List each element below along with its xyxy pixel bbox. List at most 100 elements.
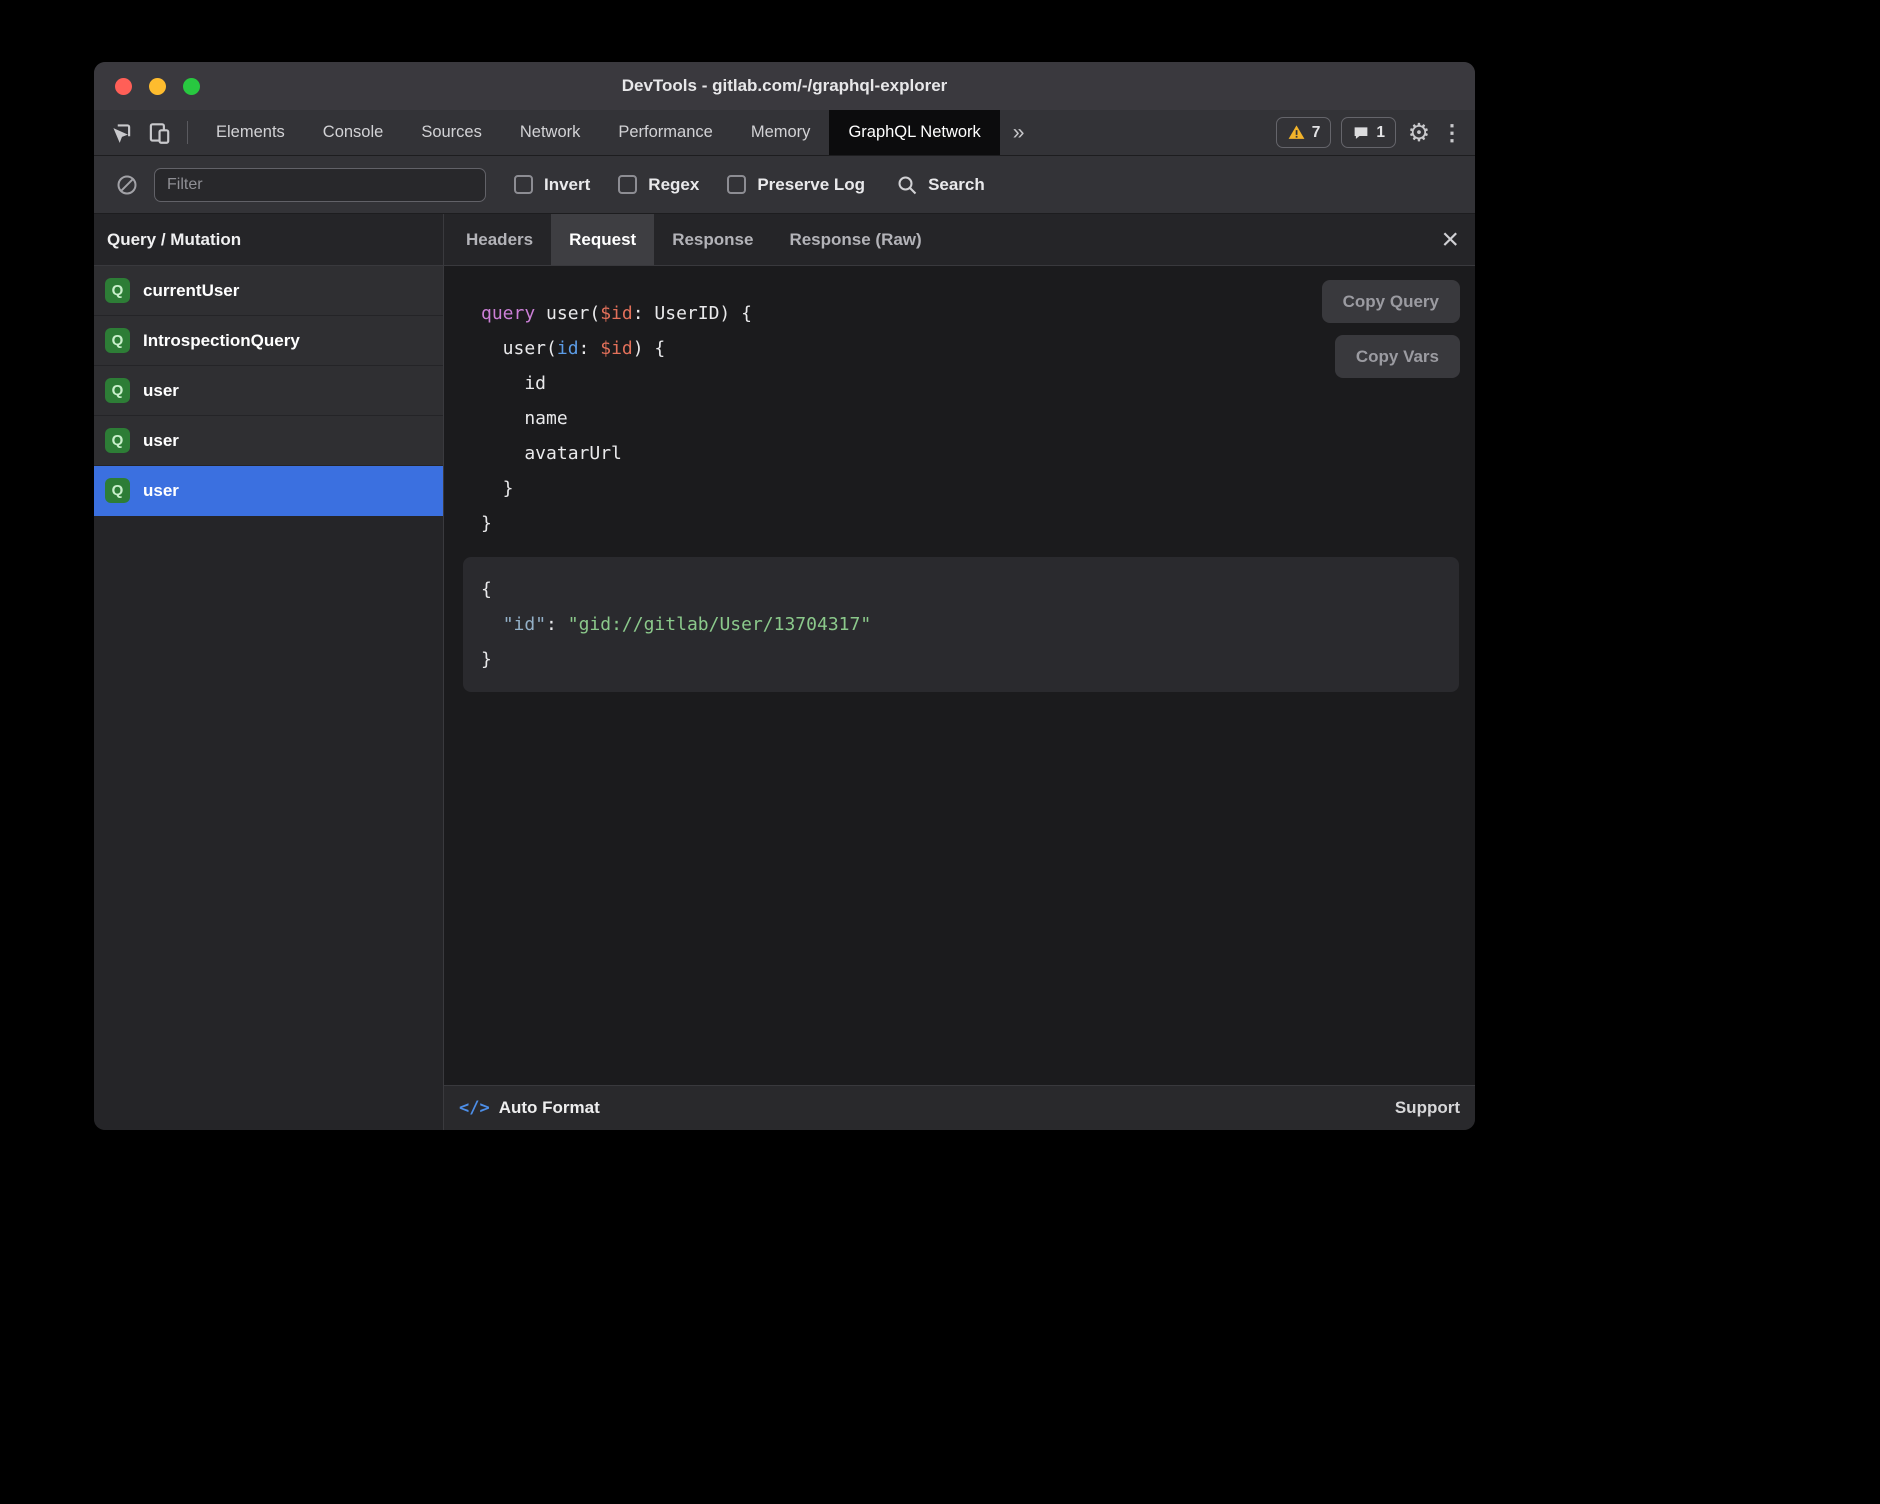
code-line: "id": "gid://gitlab/User/13704317" <box>481 607 1441 642</box>
auto-format-button[interactable]: Auto Format <box>499 1098 600 1118</box>
query-type-badge: Q <box>105 278 130 303</box>
tab-console[interactable]: Console <box>304 110 403 155</box>
tab-response-raw[interactable]: Response (Raw) <box>771 214 939 265</box>
code-line: id <box>481 366 1459 401</box>
query-name: user <box>143 431 179 451</box>
tab-memory[interactable]: Memory <box>732 110 830 155</box>
minimize-window-button[interactable] <box>149 78 166 95</box>
warning-count: 7 <box>1312 124 1321 142</box>
tab-request[interactable]: Request <box>551 214 654 265</box>
code-line: } <box>481 471 1459 506</box>
device-toolbar-glyph <box>146 120 172 146</box>
request-body: Copy Query Copy Vars query user($id: Use… <box>444 266 1475 1085</box>
desktop-background: DevTools - gitlab.com/-/graphql-explorer… <box>0 0 1880 1504</box>
code-token: : <box>546 614 568 635</box>
code-line: } <box>481 642 1441 677</box>
support-link[interactable]: Support <box>1395 1098 1460 1118</box>
code-token: id <box>557 338 579 359</box>
query-name: user <box>143 481 179 501</box>
detail-tab-bar: Headers Request Response Response (Raw) … <box>444 214 1475 266</box>
preserve-log-checkbox-row: Preserve Log <box>727 175 865 195</box>
warning-icon <box>1287 123 1306 142</box>
code-token: query <box>481 303 535 324</box>
preserve-log-label[interactable]: Preserve Log <box>757 175 865 195</box>
code-token <box>481 614 503 635</box>
window-controls <box>115 78 200 95</box>
invert-label[interactable]: Invert <box>544 175 590 195</box>
search-label: Search <box>928 175 985 195</box>
devtools-window: DevTools - gitlab.com/-/graphql-explorer… <box>94 62 1475 1130</box>
query-type-badge: Q <box>105 328 130 353</box>
regex-label[interactable]: Regex <box>648 175 699 195</box>
tab-performance[interactable]: Performance <box>599 110 731 155</box>
titlebar: DevTools - gitlab.com/-/graphql-explorer <box>94 62 1475 110</box>
regex-checkbox-row: Regex <box>618 175 699 195</box>
clear-block-icon[interactable] <box>108 173 146 197</box>
more-options-icon[interactable]: ⋮ <box>1437 120 1467 146</box>
query-list-item-selected[interactable]: Q user <box>94 466 443 516</box>
tab-response[interactable]: Response <box>654 214 771 265</box>
devtools-tab-bar: Elements Console Sources Network Perform… <box>94 110 1475 156</box>
code-token: user( <box>481 338 557 359</box>
message-count: 1 <box>1376 124 1385 142</box>
query-list-item[interactable]: Q user <box>94 366 443 416</box>
copy-vars-button[interactable]: Copy Vars <box>1335 335 1460 378</box>
query-type-badge: Q <box>105 378 130 403</box>
query-list-item[interactable]: Q currentUser <box>94 266 443 316</box>
more-tabs-button[interactable]: » <box>1000 110 1038 155</box>
code-token: ) { <box>633 338 666 359</box>
code-line: user(id: $id) { <box>481 331 1459 366</box>
code-line: avatarUrl <box>481 436 1459 471</box>
invert-checkbox[interactable] <box>514 175 533 194</box>
code-line: query user($id: UserID) { <box>481 296 1459 331</box>
sidebar-header: Query / Mutation <box>94 214 443 266</box>
query-list-item[interactable]: Q IntrospectionQuery <box>94 316 443 366</box>
graphql-query-code: query user($id: UserID) { user(id: $id) … <box>463 296 1459 541</box>
window-title: DevTools - gitlab.com/-/graphql-explorer <box>94 76 1475 96</box>
code-token: } <box>481 478 514 499</box>
toolbar-right-cluster: 7 1 ⚙ ⋮ <box>1271 110 1475 155</box>
preserve-log-checkbox[interactable] <box>727 175 746 194</box>
code-token: } <box>481 513 492 534</box>
tab-elements[interactable]: Elements <box>197 110 304 155</box>
toolbar-separator <box>187 121 188 144</box>
query-list-item[interactable]: Q user <box>94 416 443 466</box>
tab-headers[interactable]: Headers <box>448 214 551 265</box>
query-type-badge: Q <box>105 428 130 453</box>
code-token: } <box>481 649 492 670</box>
block-glyph <box>115 173 139 197</box>
close-detail-icon[interactable]: × <box>1441 225 1459 255</box>
code-token: id <box>481 373 546 394</box>
query-type-badge: Q <box>105 478 130 503</box>
settings-gear-icon[interactable]: ⚙ <box>1401 118 1437 148</box>
code-token: name <box>481 408 568 429</box>
query-variables-box: { "id": "gid://gitlab/User/13704317" } <box>463 557 1459 692</box>
device-toolbar-icon[interactable] <box>140 110 178 155</box>
issues-badge[interactable]: 1 <box>1341 117 1396 148</box>
content-area: Query / Mutation Q currentUser Q Introsp… <box>94 214 1475 1130</box>
code-token: $id <box>600 303 633 324</box>
filter-input[interactable] <box>154 168 486 202</box>
code-token: : <box>579 338 601 359</box>
tab-graphql-network[interactable]: GraphQL Network <box>829 110 999 155</box>
regex-checkbox[interactable] <box>618 175 637 194</box>
code-token: "id" <box>503 614 546 635</box>
query-name: IntrospectionQuery <box>143 331 300 351</box>
code-line: } <box>481 506 1459 541</box>
close-window-button[interactable] <box>115 78 132 95</box>
message-icon <box>1352 124 1370 142</box>
copy-buttons: Copy Query Copy Vars <box>1322 280 1460 378</box>
copy-query-button[interactable]: Copy Query <box>1322 280 1460 323</box>
zoom-window-button[interactable] <box>183 78 200 95</box>
tab-network[interactable]: Network <box>501 110 600 155</box>
filter-bar: Invert Regex Preserve Log Search <box>94 156 1475 214</box>
code-token: : UserID) { <box>633 303 752 324</box>
warnings-badge[interactable]: 7 <box>1276 117 1332 148</box>
search-toggle[interactable]: Search <box>895 173 985 197</box>
tab-sources[interactable]: Sources <box>402 110 501 155</box>
request-detail-panel: Headers Request Response Response (Raw) … <box>444 214 1475 1130</box>
code-format-icon[interactable]: </> <box>459 1098 490 1118</box>
inspect-element-glyph <box>108 120 134 146</box>
inspect-element-icon[interactable] <box>102 110 140 155</box>
query-name: user <box>143 381 179 401</box>
